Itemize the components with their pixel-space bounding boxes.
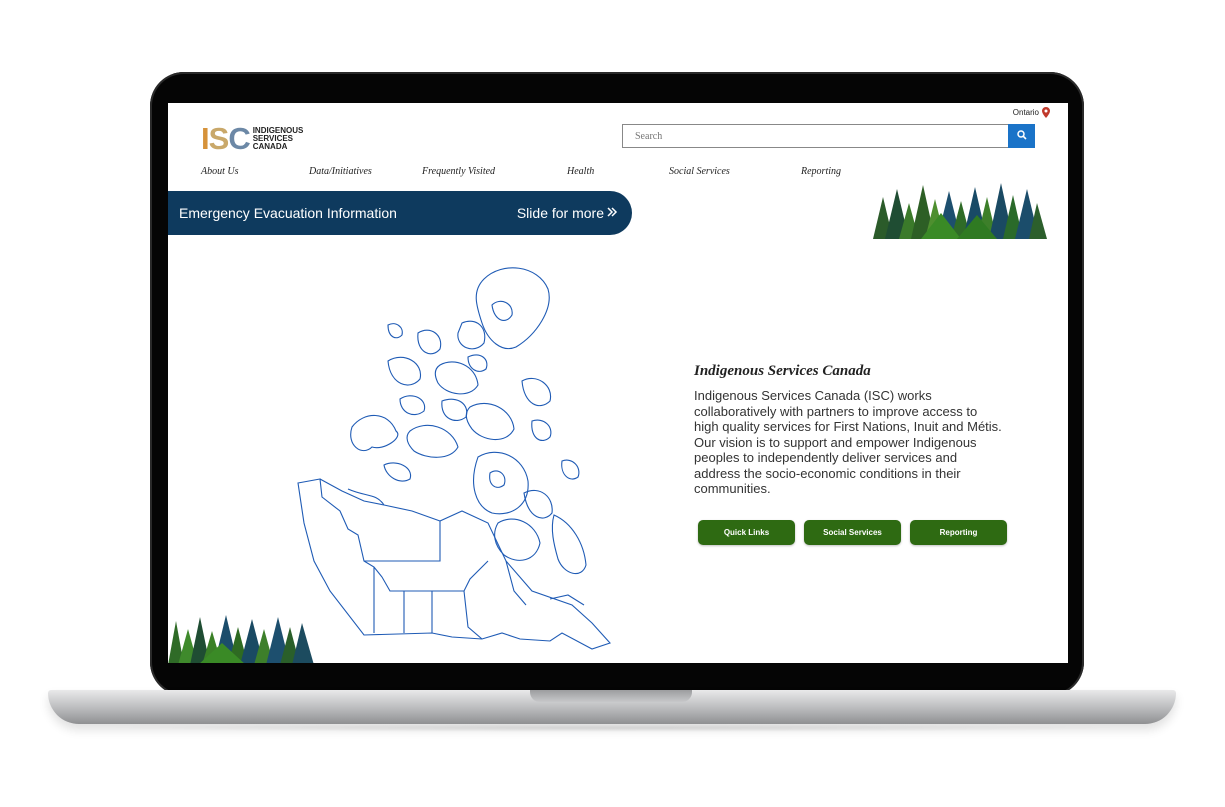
logo-wordmark: INDIGENOUS SERVICES CANADA: [252, 126, 304, 151]
search-box: [622, 124, 1010, 148]
website-screen: Ontario ISC INDIGENOUS SERVICES CANADA A…: [168, 103, 1068, 663]
reporting-button[interactable]: Reporting: [910, 520, 1007, 545]
canada-map-icon: [292, 261, 622, 663]
nav-item-reporting[interactable]: Reporting: [801, 166, 841, 177]
search-input[interactable]: [623, 125, 1009, 147]
about-section: Indigenous Services Canada Indigenous Se…: [694, 363, 1004, 497]
action-buttons: Quick Links Social Services Reporting: [698, 520, 1007, 545]
search-icon: [1016, 127, 1027, 145]
nav-item-social-services[interactable]: Social Services: [669, 166, 730, 177]
about-title: Indigenous Services Canada: [694, 363, 871, 379]
search-button[interactable]: [1008, 124, 1035, 148]
banner-title: Emergency Evacuation Information: [179, 205, 397, 221]
slide-more-label: Slide for more: [516, 205, 604, 221]
pine-trees-icon: [168, 613, 318, 663]
nav-item-about-us[interactable]: About Us: [201, 166, 239, 177]
emergency-banner[interactable]: Emergency Evacuation Information Slide f…: [168, 191, 632, 235]
nav-item-health[interactable]: Health: [567, 166, 594, 177]
laptop-shadow: [90, 724, 1135, 732]
quick-links-button[interactable]: Quick Links: [698, 520, 795, 545]
about-description: Indigenous Services Canada (ISC) works c…: [694, 388, 1002, 496]
laptop-notch: [530, 690, 692, 702]
double-chevron-right-icon: [606, 205, 618, 221]
region-label: Ontario: [1012, 108, 1039, 117]
nav-item-frequently-visited[interactable]: Frequently Visited: [422, 166, 495, 177]
region-selector[interactable]: Ontario: [1013, 107, 1050, 118]
map-pin-icon: [1042, 107, 1050, 118]
slide-more-link[interactable]: Slide for more: [517, 205, 618, 221]
logo-line-3: CANADA: [252, 141, 288, 151]
social-services-button[interactable]: Social Services: [804, 520, 901, 545]
isc-logo[interactable]: ISC INDIGENOUS SERVICES CANADA: [201, 123, 303, 154]
nav-item-data-initiatives[interactable]: Data/Initiatives: [309, 166, 372, 177]
logo-mark: ISC: [201, 121, 251, 156]
pine-trees-icon: [861, 183, 1051, 244]
